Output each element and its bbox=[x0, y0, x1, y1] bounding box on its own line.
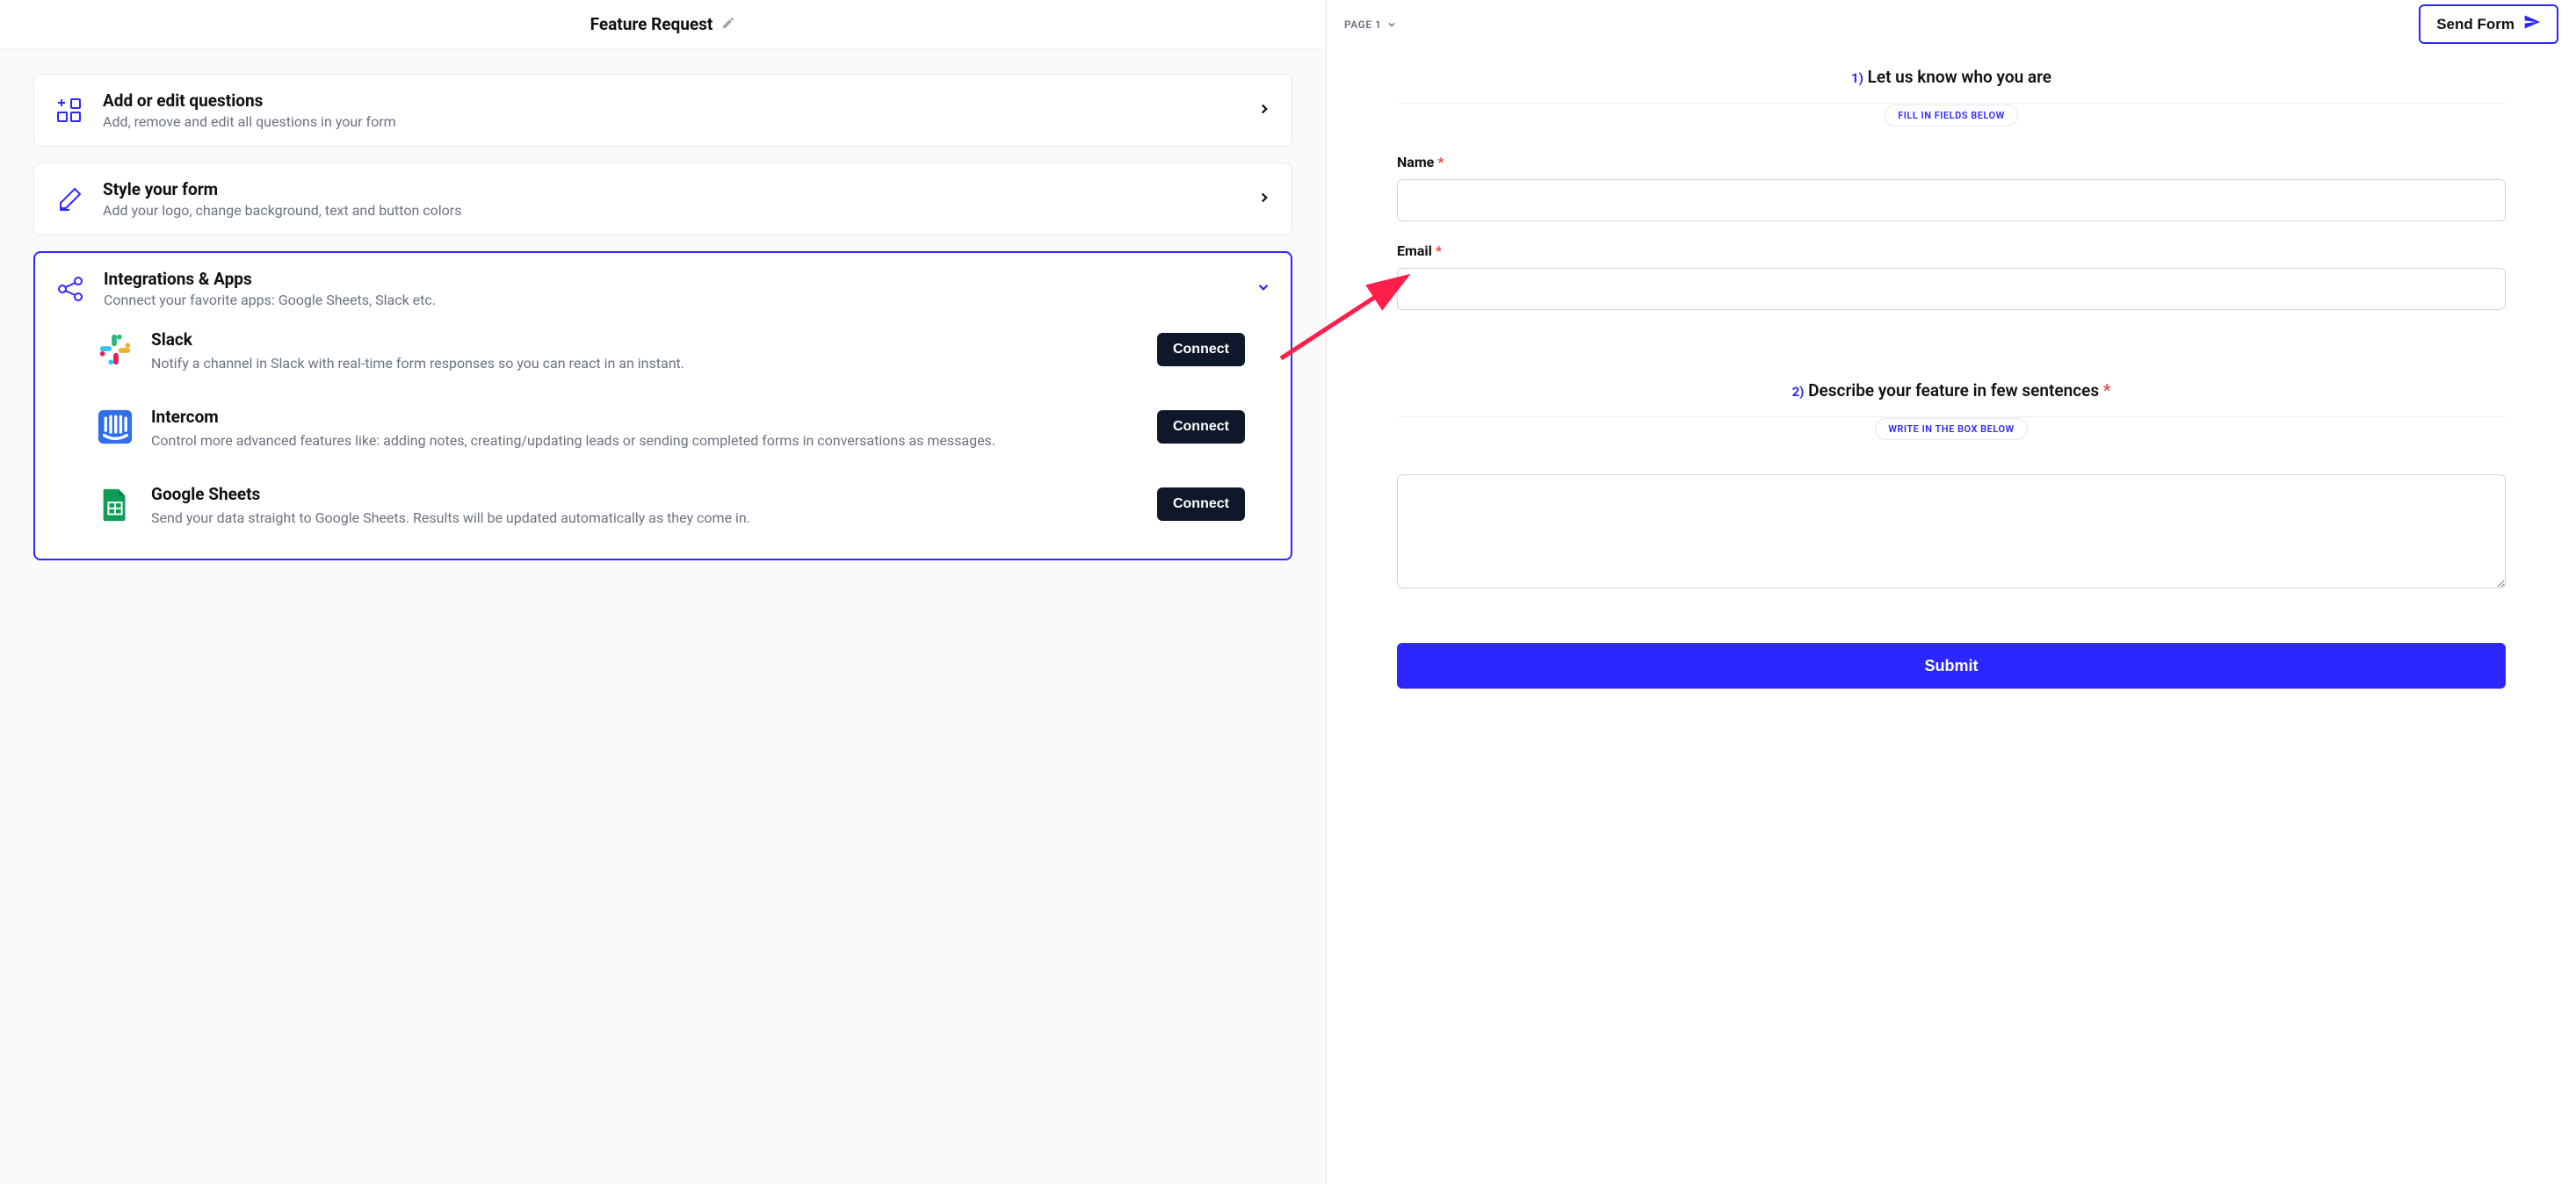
preview-header: PAGE 1 Send Form bbox=[1327, 0, 2576, 49]
name-input[interactable] bbox=[1397, 179, 2506, 221]
name-field-block: Name * bbox=[1397, 154, 2506, 221]
slack-icon bbox=[97, 331, 134, 368]
editor-panel: Feature Request Add or edit questions Ad… bbox=[0, 0, 1327, 1184]
preview-panel: PAGE 1 Send Form 1) Let us know who you … bbox=[1327, 0, 2576, 1184]
integration-slack: Slack Notify a channel in Slack with rea… bbox=[97, 317, 1245, 386]
editor-header: Feature Request bbox=[0, 0, 1326, 49]
description-field-block bbox=[1397, 474, 2506, 592]
integrations-subtitle: Connect your favorite apps: Google Sheet… bbox=[104, 292, 1238, 308]
form-title: Feature Request bbox=[590, 14, 713, 34]
form-preview: 1) Let us know who you are FILL IN FIELD… bbox=[1327, 49, 2576, 1184]
send-icon bbox=[2523, 13, 2541, 35]
section-hint-pill: FILL IN FIELDS BELOW bbox=[1885, 105, 2018, 126]
integrations-section-card[interactable]: Integrations & Apps Connect your favorit… bbox=[33, 251, 1292, 560]
connect-button[interactable]: Connect bbox=[1157, 333, 1245, 366]
add-grid-icon bbox=[54, 95, 85, 126]
section-2-heading: 2) Describe your feature in few sentence… bbox=[1397, 380, 2506, 401]
integration-intercom: Intercom Control more advanced features … bbox=[97, 394, 1245, 463]
send-form-button[interactable]: Send Form bbox=[2419, 4, 2558, 44]
required-indicator: * bbox=[1436, 242, 1442, 259]
integration-desc: Notify a channel in Slack with real-time… bbox=[151, 353, 1140, 373]
connect-button[interactable]: Connect bbox=[1157, 410, 1245, 444]
section-number: 2) bbox=[1792, 384, 1805, 400]
section-hint-pill: WRITE IN THE BOX BELOW bbox=[1875, 418, 2027, 440]
integration-name: Slack bbox=[151, 329, 1140, 350]
questions-subtitle: Add, remove and edit all questions in yo… bbox=[103, 113, 1239, 130]
email-label: Email * bbox=[1397, 242, 2506, 259]
description-textarea[interactable] bbox=[1397, 474, 2506, 588]
email-field-block: Email * bbox=[1397, 242, 2506, 310]
integrations-list: Slack Notify a channel in Slack with rea… bbox=[54, 308, 1271, 550]
questions-title: Add or edit questions bbox=[103, 90, 1239, 111]
chevron-down-icon bbox=[1386, 19, 1397, 30]
intercom-icon bbox=[97, 408, 134, 445]
style-title: Style your form bbox=[103, 179, 1239, 199]
connect-button[interactable]: Connect bbox=[1157, 487, 1245, 521]
google-sheets-icon bbox=[97, 486, 134, 523]
required-indicator: * bbox=[2103, 380, 2111, 401]
editor-body: Add or edit questions Add, remove and ed… bbox=[0, 49, 1326, 601]
required-indicator: * bbox=[1437, 154, 1444, 170]
section-title: Describe your feature in few sentences bbox=[1808, 380, 2099, 401]
name-label: Name * bbox=[1397, 154, 2506, 170]
integration-desc: Send your data straight to Google Sheets… bbox=[151, 508, 1140, 528]
integrations-title: Integrations & Apps bbox=[104, 269, 1238, 289]
integration-name: Intercom bbox=[151, 407, 1140, 427]
email-input[interactable] bbox=[1397, 268, 2506, 310]
page-selector[interactable]: PAGE 1 bbox=[1344, 18, 1397, 31]
chevron-right-icon bbox=[1256, 190, 1272, 209]
integration-name: Google Sheets bbox=[151, 484, 1140, 504]
style-section-card[interactable]: Style your form Add your logo, change ba… bbox=[33, 162, 1292, 235]
share-icon bbox=[54, 273, 86, 305]
pencil-icon bbox=[54, 184, 85, 215]
chevron-down-icon bbox=[1255, 279, 1271, 299]
chevron-right-icon bbox=[1256, 101, 1272, 120]
integration-google-sheets: Google Sheets Send your data straight to… bbox=[97, 472, 1245, 540]
page-label: PAGE 1 bbox=[1344, 18, 1381, 31]
style-subtitle: Add your logo, change background, text a… bbox=[103, 202, 1239, 219]
submit-button[interactable]: Submit bbox=[1397, 643, 2506, 689]
section-title: Let us know who you are bbox=[1868, 67, 2051, 87]
integration-desc: Control more advanced features like: add… bbox=[151, 430, 1140, 451]
questions-section-card[interactable]: Add or edit questions Add, remove and ed… bbox=[33, 74, 1292, 147]
edit-title-icon[interactable] bbox=[721, 16, 735, 33]
section-number: 1) bbox=[1851, 70, 1863, 86]
send-form-label: Send Form bbox=[2436, 16, 2514, 33]
section-1-heading: 1) Let us know who you are bbox=[1397, 67, 2506, 87]
